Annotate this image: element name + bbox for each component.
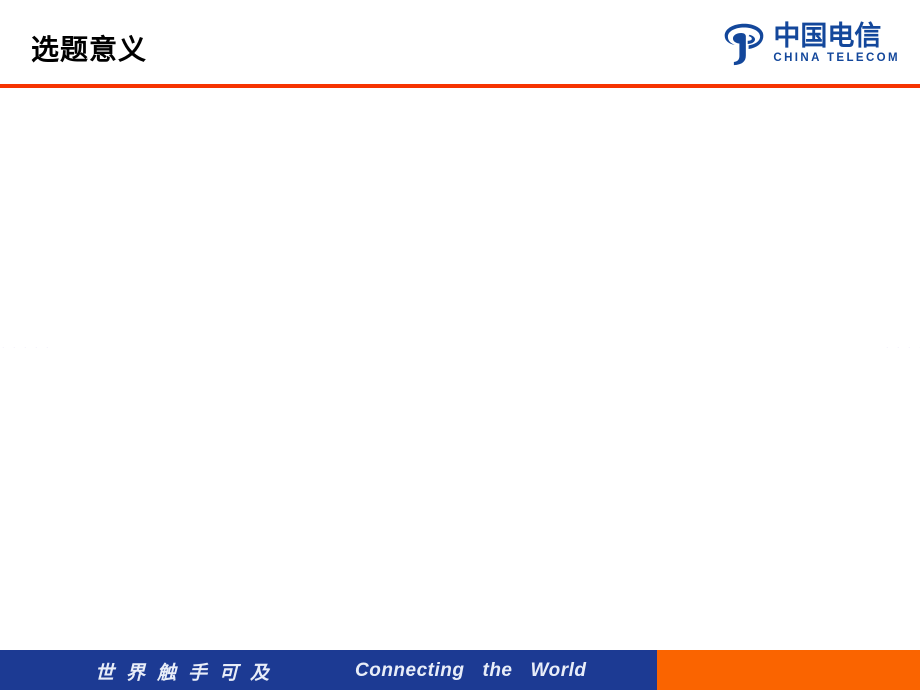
china-telecom-swoosh-icon xyxy=(721,21,767,67)
placeholder-marker-right: . . . . xyxy=(886,340,920,350)
footer-orange-band xyxy=(657,650,920,690)
page-title: 选题意义 xyxy=(31,33,148,66)
china-telecom-logo: 中国电信 CHINA TELECOM xyxy=(721,18,900,70)
logo-name-en: CHINA TELECOM xyxy=(773,52,900,65)
footer-slogan-en: Connecting the World xyxy=(355,660,586,682)
footer-slogan-en-word-2: the xyxy=(482,660,513,681)
slide-canvas: 选题意义 中国电信 CHINA TELECOM . . . . . . . . … xyxy=(0,0,920,690)
slide-header: 选题意义 中国电信 CHINA TELECOM xyxy=(0,0,920,84)
logo-text-block: 中国电信 CHINA TELECOM xyxy=(773,23,900,65)
footer-slogan-en-word-1: Connecting xyxy=(355,660,465,681)
slide-footer: 世界触手可及 Connecting the World xyxy=(0,650,920,690)
slide-content-area: . . . . . . . . . xyxy=(0,88,920,650)
placeholder-marker-left: . . . . . xyxy=(2,340,52,350)
logo-name-cn: 中国电信 xyxy=(773,21,882,53)
footer-blue-band: 世界触手可及 Connecting the World xyxy=(0,650,657,690)
footer-slogan-en-word-3: World xyxy=(530,660,587,681)
footer-slogan-cn: 世界触手可及 xyxy=(95,662,282,684)
